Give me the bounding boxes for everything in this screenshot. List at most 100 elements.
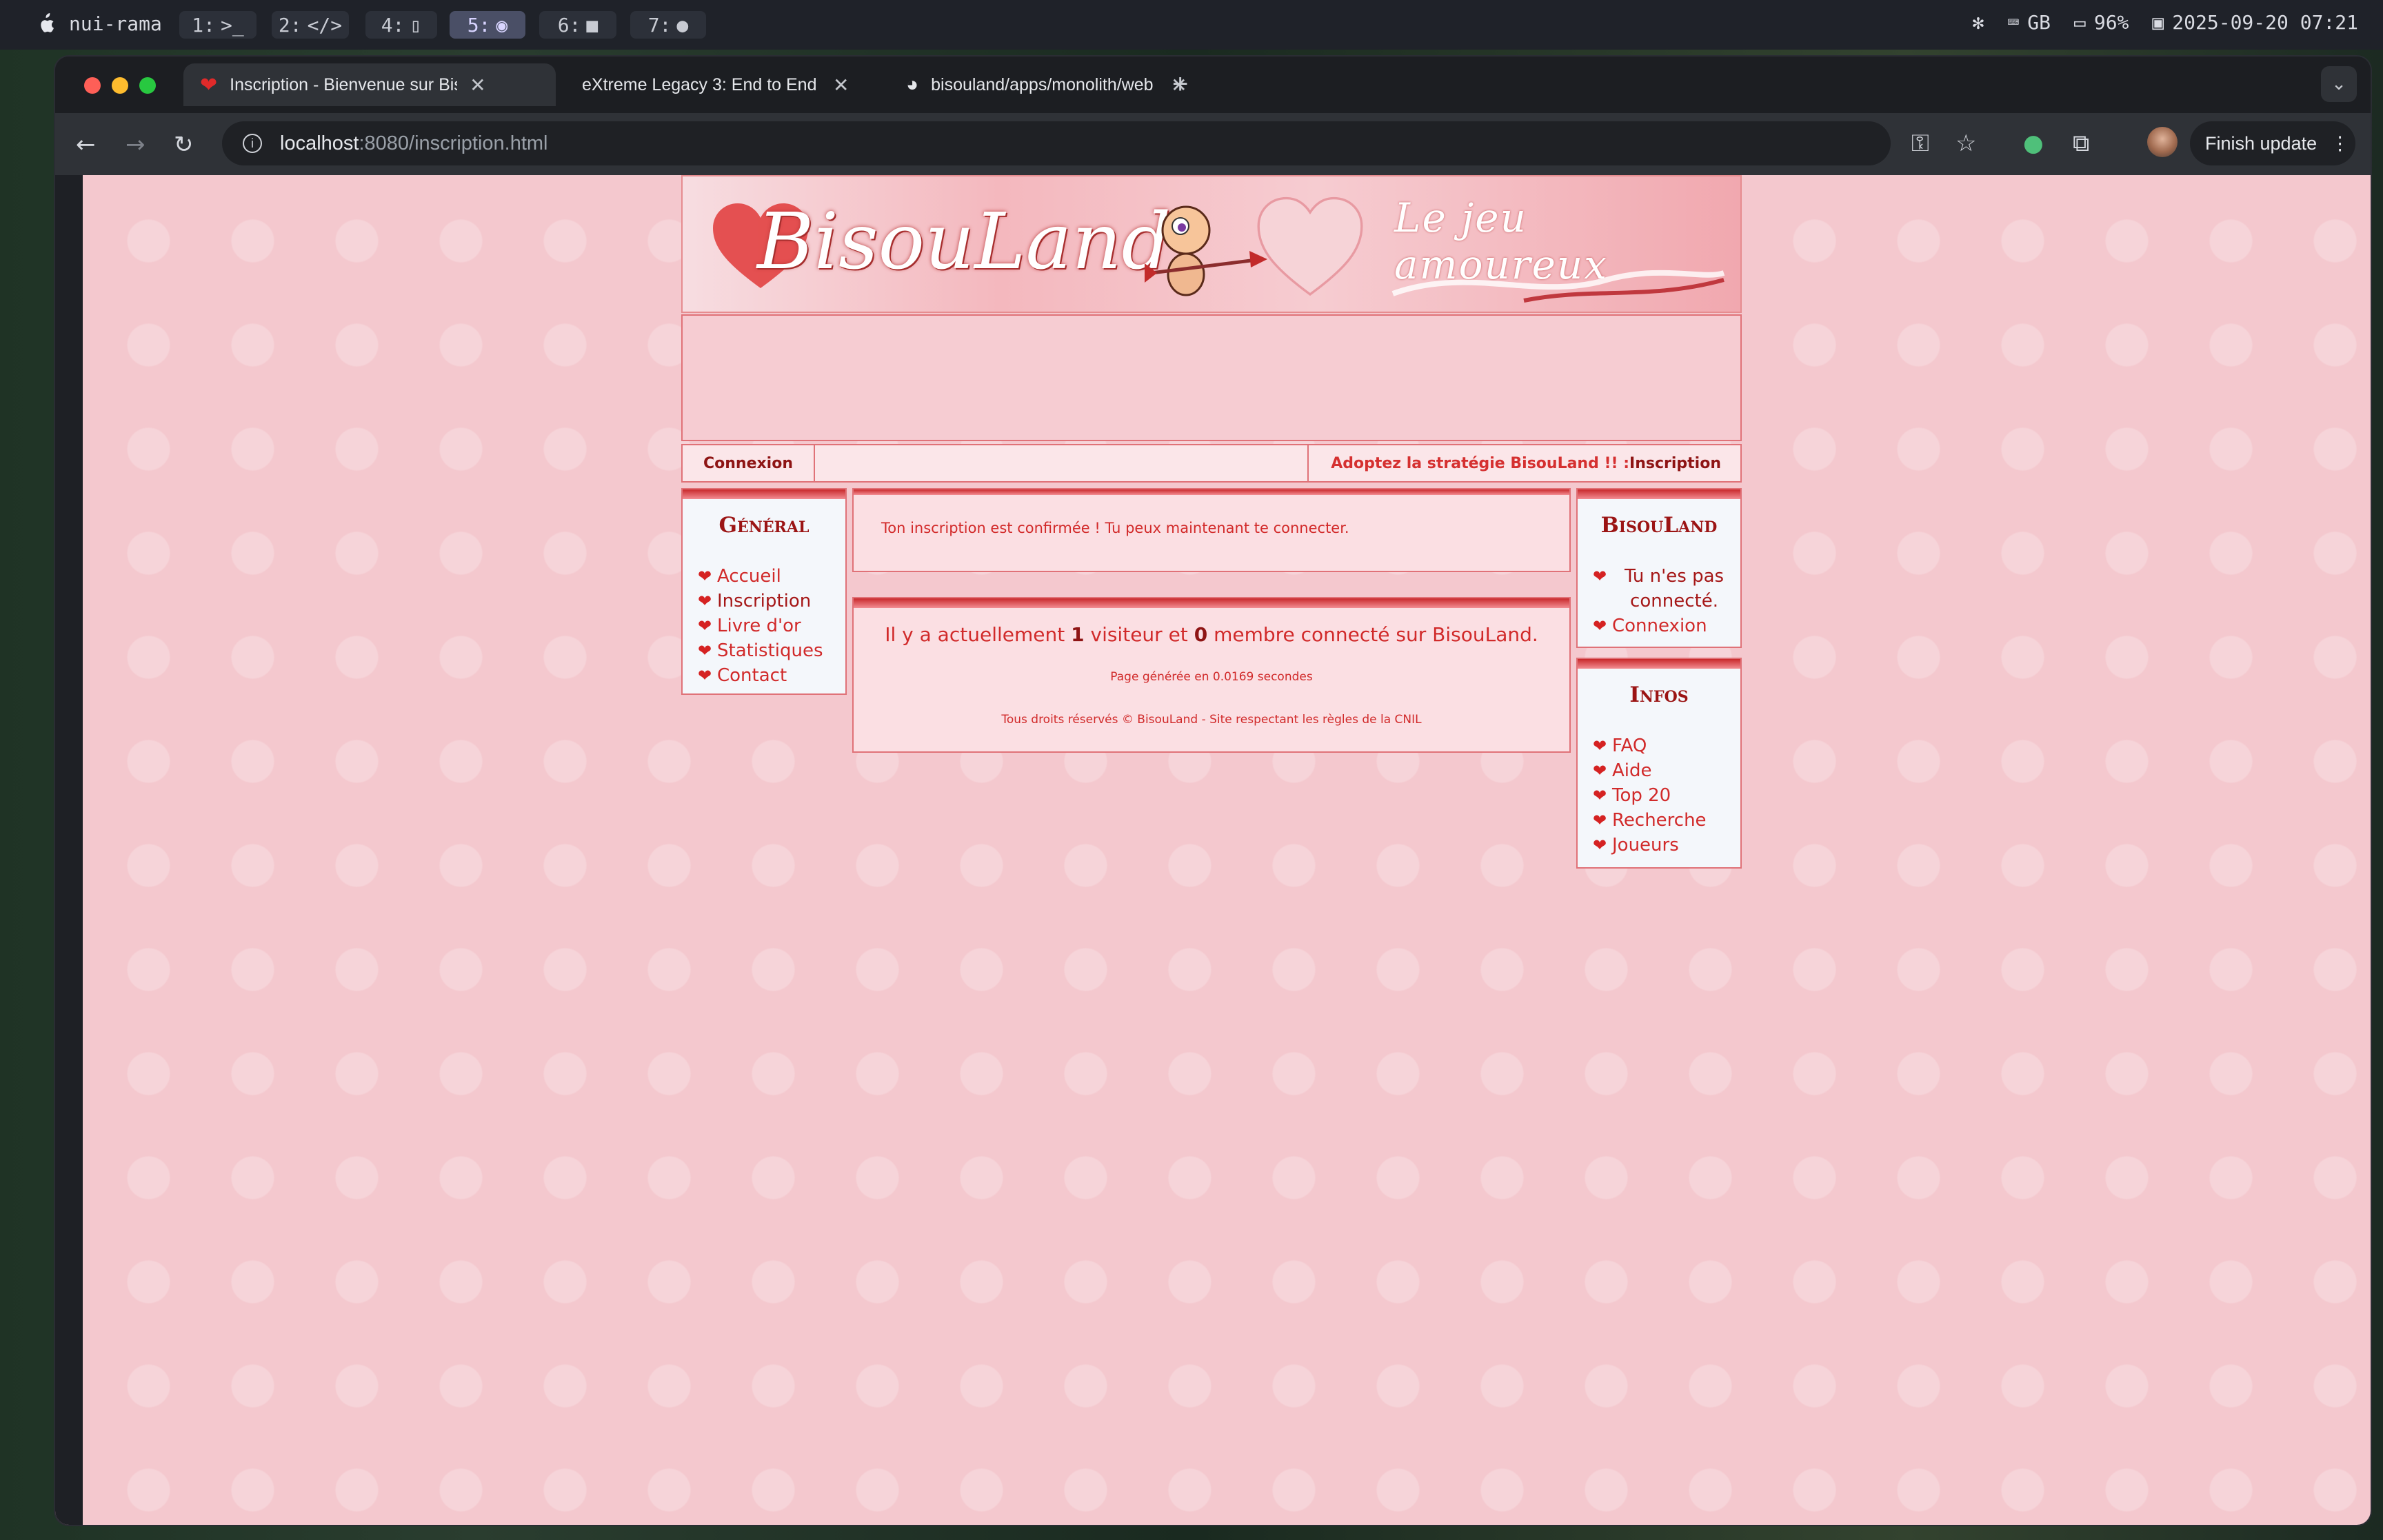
address-bar[interactable]: i localhost:8080/inscription.html [222, 121, 1891, 165]
menu-item-aide[interactable]: ❤ Aide [1593, 758, 1740, 783]
code-icon: </> [307, 13, 343, 37]
heart-bullet-icon: ❤ [1593, 761, 1607, 780]
tab-title: bisouland/apps/monolith/web [931, 74, 1154, 94]
menu-item-label: Statistiques [717, 640, 823, 661]
site-logo[interactable]: BisouLand [757, 197, 1171, 287]
close-tab-icon[interactable]: ✕ [470, 74, 485, 97]
system-menu-bar: nui-rama 1: >_ 2: </> 4: ▯ 5: ◉ 6: ■ 7: ● ✻ ⌨ G… [0, 0, 2383, 50]
stats-suffix: membre connecté sur BisouLand. [1207, 623, 1538, 646]
infos-menu-list: ❤ FAQ ❤ Aide ❤ Top 20 ❤ Recherche ❤ Joueurs [1593, 733, 1740, 858]
connexion-label: Connexion [703, 454, 793, 472]
bookmark-star-icon[interactable]: ☆ [1955, 130, 1976, 157]
heart-bullet-icon: ❤ [698, 616, 712, 636]
github-icon: ◕ [906, 73, 919, 96]
menu-item-top-20[interactable]: ❤ Top 20 [1593, 783, 1740, 808]
heart-bullet-icon: ❤ [1593, 811, 1607, 830]
browser-toolbar: ← → ↻ i localhost:8080/inscription.html … [55, 113, 2371, 175]
online-stats: Il y a actuellement 1 visiteur et 0 memb… [854, 623, 1569, 646]
workspace-6[interactable]: 6: ■ [539, 11, 616, 39]
finish-update-button[interactable]: Finish update ⋮ [2190, 121, 2355, 165]
bisouland-box-title: BisouLand [1600, 513, 1718, 538]
stats-prefix: Il y a actuellement [885, 623, 1072, 646]
menu-item-connexion[interactable]: ❤ Connexion [1593, 614, 1740, 638]
menu-item-recherche[interactable]: ❤ Recherche [1593, 808, 1740, 833]
close-window-button[interactable] [84, 77, 101, 94]
bisouland-box-list: ❤ Tu n'es pas connecté. ❤ Connexion [1593, 564, 1740, 638]
workspace-2[interactable]: 2: </> [272, 11, 349, 39]
battery-label: 96% [2093, 11, 2129, 34]
menu-item-faq[interactable]: ❤ FAQ [1593, 733, 1740, 758]
heart-bullet-icon: ❤ [698, 567, 712, 586]
confirmation-message: Ton inscription est confirmée ! Tu peux … [881, 520, 1349, 536]
zoom-window-button[interactable] [139, 77, 156, 94]
login-status-label: Tu n'es pas connecté. [1624, 566, 1725, 611]
box-header-bar [854, 489, 1569, 495]
tab-extreme-legacy[interactable]: eXtreme Legacy 3: End to End ✕ [565, 63, 887, 106]
heart-bullet-icon: ❤ [1593, 567, 1607, 586]
menu-item-label: Aide [1612, 760, 1652, 781]
tab-search-button[interactable]: ⌄ [2321, 66, 2357, 102]
menu-item-label: Accueil [717, 566, 781, 587]
heart-favicon-icon: ❤ [200, 73, 218, 97]
extensions-puzzle-icon[interactable]: ⧉ [2073, 130, 2089, 157]
tab-title: eXtreme Legacy 3: End to End [582, 74, 817, 94]
top-navigation-bar: Connexion Adoptez la stratégie BisouLand… [681, 444, 1742, 483]
minimize-window-button[interactable] [112, 77, 128, 94]
workspace-label: 4: [381, 13, 405, 37]
extension-icon[interactable]: ● [2023, 130, 2044, 157]
heart-bullet-icon: ❤ [698, 641, 712, 660]
profile-avatar[interactable] [2147, 127, 2178, 157]
new-tab-button[interactable]: + [1172, 69, 1188, 100]
battery-status[interactable]: ▭ 96% [2074, 11, 2129, 34]
workspace-label: 1: [192, 13, 215, 37]
ad-area [681, 314, 1742, 441]
close-tab-icon[interactable]: ✕ [833, 74, 849, 97]
menu-item-statistiques[interactable]: ❤ Statistiques [698, 638, 845, 663]
back-button[interactable]: ← [76, 131, 96, 159]
reload-button[interactable]: ↻ [174, 131, 194, 159]
chat-icon: ■ [586, 13, 599, 37]
password-key-icon[interactable]: ⚿ [1911, 130, 1929, 157]
tab-github[interactable]: ◕ bisouland/apps/monolith/web ✕ [889, 63, 1214, 106]
box-header-bar [854, 598, 1569, 608]
menu-item-accueil[interactable]: ❤ Accueil [698, 564, 845, 589]
site-info-icon[interactable]: i [243, 134, 262, 153]
tab-inscription[interactable]: ❤ Inscription - Bienvenue sur BisouLand … [183, 63, 556, 106]
inscription-link[interactable]: Inscription [1629, 455, 1721, 472]
phone-icon: ▯ [410, 13, 422, 37]
hostname-label: nui-rama [69, 12, 162, 35]
menu-item-label: Connexion [1612, 616, 1707, 636]
battery-icon: ▭ [2073, 11, 2086, 34]
workspace-label: 7: [647, 13, 672, 37]
visitor-count: 1 [1071, 623, 1085, 646]
menu-item-joueurs[interactable]: ❤ Joueurs [1593, 833, 1740, 858]
footer-box: Il y a actuellement 1 visiteur et 0 memb… [852, 597, 1571, 753]
menu-item-livre-dor[interactable]: ❤ Livre d'or [698, 614, 845, 638]
workspace-1[interactable]: 1: >_ [179, 11, 257, 39]
general-menu-title: Général [718, 513, 810, 538]
forward-button[interactable]: → [125, 131, 145, 159]
tab-strip: ❤ Inscription - Bienvenue sur BisouLand … [55, 57, 2371, 113]
general-menu-list: ❤ Accueil ❤ Inscription ❤ Livre d'or ❤ Stati… [698, 564, 845, 688]
connexion-link[interactable]: Connexion [683, 445, 815, 481]
box-header-bar [683, 489, 845, 499]
workspace-5[interactable]: 5: ◉ [450, 11, 525, 39]
general-menu-box: Général ❤ Accueil ❤ Inscription ❤ Livre d'o… [681, 488, 847, 695]
workspace-label: 2: [278, 13, 302, 37]
apple-icon[interactable] [36, 12, 55, 36]
datetime-label: 2025-09-20 07:21 [2172, 11, 2358, 34]
keyboard-icon: ⌨ [2007, 11, 2020, 34]
music-icon: ● [676, 13, 689, 37]
promo-text: Adoptez la stratégie BisouLand !! : Insc… [1309, 445, 1740, 481]
menu-item-contact[interactable]: ❤ Contact [698, 663, 845, 688]
keyboard-label: GB [2027, 11, 2051, 34]
keyboard-layout[interactable]: ⌨ GB [2007, 11, 2051, 34]
workspace-label: 5: [467, 13, 491, 37]
clock[interactable]: ▣ 2025-09-20 07:21 [2152, 11, 2358, 34]
slack-icon[interactable]: ✻ [1973, 11, 1984, 34]
heart-bullet-icon: ❤ [1593, 736, 1607, 756]
workspace-4[interactable]: 4: ▯ [365, 11, 437, 39]
page-viewport: BisouLand Le jeu amoureux Connexion Adop… [55, 175, 2371, 1525]
workspace-7[interactable]: 7: ● [630, 11, 706, 39]
menu-item-inscription[interactable]: ❤ Inscription [698, 589, 845, 614]
